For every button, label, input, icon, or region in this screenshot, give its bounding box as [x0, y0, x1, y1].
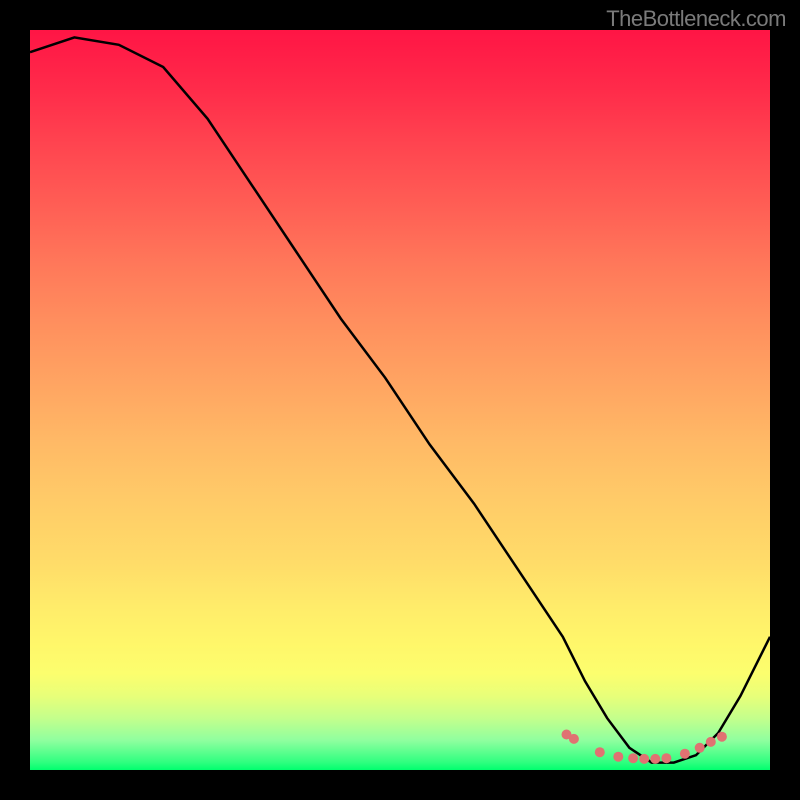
- curve-marker: [661, 753, 671, 763]
- curve-marker: [706, 737, 716, 747]
- chart-svg: [30, 30, 770, 770]
- curve-marker: [595, 747, 605, 757]
- chart-plot-area: [30, 30, 770, 770]
- bottleneck-curve-line: [30, 37, 770, 762]
- curve-marker: [717, 732, 727, 742]
- curve-markers-group: [562, 730, 727, 764]
- curve-marker: [680, 749, 690, 759]
- curve-marker: [628, 753, 638, 763]
- curve-marker: [639, 754, 649, 764]
- curve-marker: [650, 754, 660, 764]
- curve-marker: [569, 734, 579, 744]
- curve-marker: [613, 752, 623, 762]
- attribution-label: TheBottleneck.com: [606, 6, 786, 32]
- curve-marker: [695, 743, 705, 753]
